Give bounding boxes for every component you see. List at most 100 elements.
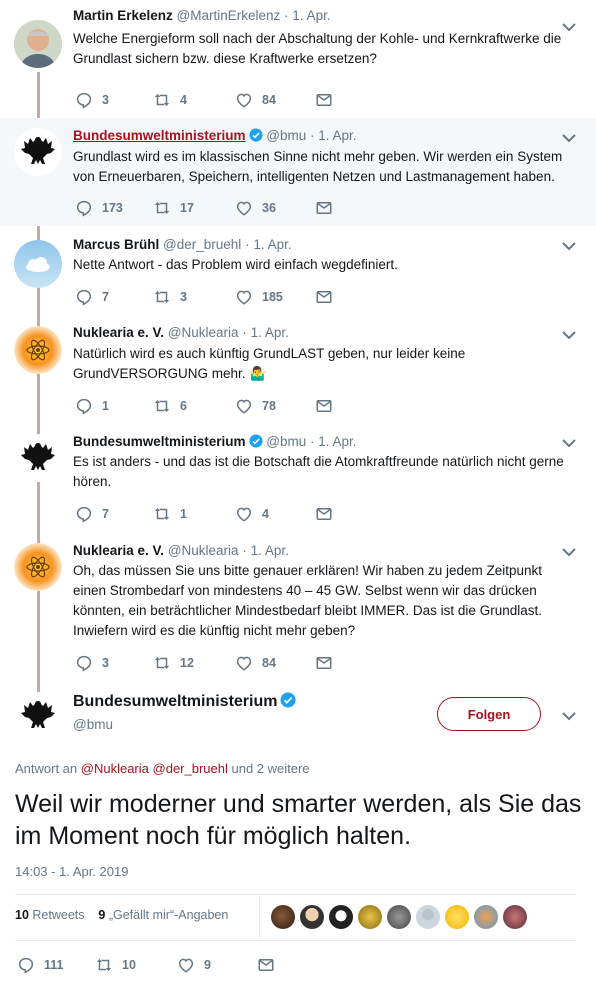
tweet-text: Nette Antwort - das Problem wird einfach… bbox=[73, 257, 398, 272]
retweet-button[interactable]: 12 bbox=[153, 653, 194, 673]
like-button[interactable]: 4 bbox=[235, 504, 269, 524]
avatar[interactable] bbox=[14, 128, 62, 176]
like-button[interactable]: 78 bbox=[235, 396, 276, 416]
tweet-date[interactable]: 1. Apr. bbox=[251, 543, 289, 558]
avatar[interactable] bbox=[358, 905, 382, 929]
author-name[interactable]: Bundesumweltministerium bbox=[73, 128, 246, 143]
tweet-header: Nuklearia e. V. @Nuklearia · 1. Apr. bbox=[73, 325, 289, 340]
retweet-button[interactable]: 4 bbox=[153, 90, 187, 110]
avatar[interactable] bbox=[14, 240, 62, 288]
reply-button[interactable]: 7 bbox=[75, 504, 109, 524]
separator: · bbox=[241, 237, 254, 252]
tweet-date[interactable]: 1. Apr. bbox=[318, 128, 356, 143]
avatar[interactable] bbox=[445, 905, 469, 929]
author-name[interactable]: Bundesumweltministerium bbox=[73, 693, 277, 710]
main-tweet-text: Weil wir moderner und smarter werden, al… bbox=[15, 790, 582, 850]
dm-button[interactable] bbox=[315, 287, 342, 307]
author-name[interactable]: Bundesumweltministerium bbox=[73, 434, 246, 449]
dm-button[interactable] bbox=[315, 396, 342, 416]
author-name[interactable]: Marcus Brühl bbox=[73, 237, 159, 252]
reply-button[interactable]: 3 bbox=[75, 90, 109, 110]
retweet-button[interactable]: 3 bbox=[153, 287, 187, 307]
avatar[interactable] bbox=[387, 905, 411, 929]
like-button[interactable]: 185 bbox=[235, 287, 283, 307]
avatar[interactable] bbox=[14, 326, 62, 374]
tweet-item[interactable]: Martin Erkelenz @MartinErkelenz · 1. Apr… bbox=[0, 0, 596, 118]
tweet-date[interactable]: 1. Apr. bbox=[251, 325, 289, 340]
avatar[interactable] bbox=[329, 905, 353, 929]
retweet-icon bbox=[153, 288, 171, 306]
tweet-date[interactable]: 1. Apr. bbox=[253, 237, 291, 252]
chevron-down-icon[interactable] bbox=[562, 547, 576, 557]
author-handle[interactable]: @Nuklearia bbox=[168, 543, 239, 558]
chevron-down-icon[interactable] bbox=[562, 438, 576, 448]
like-icon bbox=[235, 505, 253, 523]
author-handle[interactable]: @bmu bbox=[266, 128, 306, 143]
retweet-icon bbox=[153, 654, 171, 672]
author-handle[interactable]: @der_bruehl bbox=[163, 237, 241, 252]
tweet-timestamp[interactable]: 14:03 - 1. Apr. 2019 bbox=[15, 864, 128, 879]
follow-button[interactable]: Folgen bbox=[437, 697, 541, 731]
tweet-item[interactable]: Marcus Brühl @der_bruehl · 1. Apr. Nette… bbox=[0, 226, 596, 324]
retweet-count: 17 bbox=[180, 201, 194, 215]
retweet-button[interactable]: 6 bbox=[153, 396, 187, 416]
dm-button[interactable] bbox=[315, 504, 342, 524]
reply-button[interactable]: 173 bbox=[75, 198, 123, 218]
author-handle[interactable]: @bmu bbox=[266, 434, 306, 449]
avatar[interactable] bbox=[474, 905, 498, 929]
dm-button[interactable] bbox=[315, 90, 342, 110]
reply-user-link[interactable]: @der_bruehl bbox=[153, 761, 228, 776]
author-handle[interactable]: @bmu bbox=[73, 717, 296, 732]
author-name[interactable]: Nuklearia e. V. bbox=[73, 543, 164, 558]
avatar[interactable] bbox=[14, 692, 62, 740]
chevron-down-icon[interactable] bbox=[562, 241, 576, 251]
like-count: 84 bbox=[262, 93, 276, 107]
likes-stat[interactable]: 9 „Gefällt mir“-Angaben bbox=[98, 908, 228, 922]
reply-button[interactable]: 1 bbox=[75, 396, 109, 416]
reply-user-link[interactable]: @Nuklearia bbox=[81, 761, 149, 776]
retweet-button[interactable]: 10 bbox=[95, 955, 136, 975]
retweet-button[interactable]: 17 bbox=[153, 198, 194, 218]
tweet-item-highlighted[interactable]: Bundesumweltministerium @bmu · 1. Apr. G… bbox=[0, 118, 596, 226]
dm-button[interactable] bbox=[315, 198, 342, 218]
chevron-down-icon[interactable] bbox=[562, 133, 576, 143]
retweet-count: 12 bbox=[180, 656, 194, 670]
dm-button[interactable] bbox=[257, 955, 284, 975]
avatar[interactable] bbox=[14, 434, 62, 482]
reply-button[interactable]: 7 bbox=[75, 287, 109, 307]
avatar[interactable] bbox=[14, 20, 62, 68]
like-button[interactable]: 84 bbox=[235, 653, 276, 673]
tweet-item[interactable]: Nuklearia e. V. @Nuklearia · 1. Apr. Oh,… bbox=[0, 533, 596, 683]
avatar[interactable] bbox=[416, 905, 440, 929]
retweet-button[interactable]: 1 bbox=[153, 504, 187, 524]
like-button[interactable]: 36 bbox=[235, 198, 276, 218]
tweet-item[interactable]: Nuklearia e. V. @Nuklearia · 1. Apr. Nat… bbox=[0, 316, 596, 426]
verified-icon bbox=[249, 434, 263, 448]
retweets-stat[interactable]: 10 Retweets bbox=[15, 908, 85, 922]
like-button[interactable]: 9 bbox=[177, 955, 211, 975]
avatar[interactable] bbox=[14, 543, 62, 591]
reply-button[interactable]: 111 bbox=[17, 955, 63, 975]
author-name[interactable]: Nuklearia e. V. bbox=[73, 325, 164, 340]
chevron-down-icon[interactable] bbox=[562, 330, 576, 340]
author-handle[interactable]: @Nuklearia bbox=[168, 325, 239, 340]
reply-context: Antwort an @Nuklearia @der_bruehl und 2 … bbox=[15, 761, 310, 776]
reply-icon bbox=[75, 397, 93, 415]
tweet-date[interactable]: 1. Apr. bbox=[292, 8, 330, 23]
author-handle[interactable]: @MartinErkelenz bbox=[177, 8, 281, 23]
envelope-icon bbox=[315, 288, 333, 306]
avatar[interactable] bbox=[271, 905, 295, 929]
author-name[interactable]: Martin Erkelenz bbox=[73, 8, 173, 23]
tweet-date[interactable]: 1. Apr. bbox=[318, 434, 356, 449]
divider bbox=[15, 940, 576, 941]
like-icon bbox=[235, 288, 253, 306]
tweet-item[interactable]: Bundesumweltministerium @bmu · 1. Apr. E… bbox=[0, 424, 596, 534]
avatar[interactable] bbox=[300, 905, 324, 929]
avatar[interactable] bbox=[503, 905, 527, 929]
reply-icon bbox=[75, 505, 93, 523]
reply-button[interactable]: 3 bbox=[75, 653, 109, 673]
chevron-down-icon[interactable] bbox=[562, 711, 576, 721]
dm-button[interactable] bbox=[315, 653, 342, 673]
like-button[interactable]: 84 bbox=[235, 90, 276, 110]
reply-icon bbox=[75, 288, 93, 306]
